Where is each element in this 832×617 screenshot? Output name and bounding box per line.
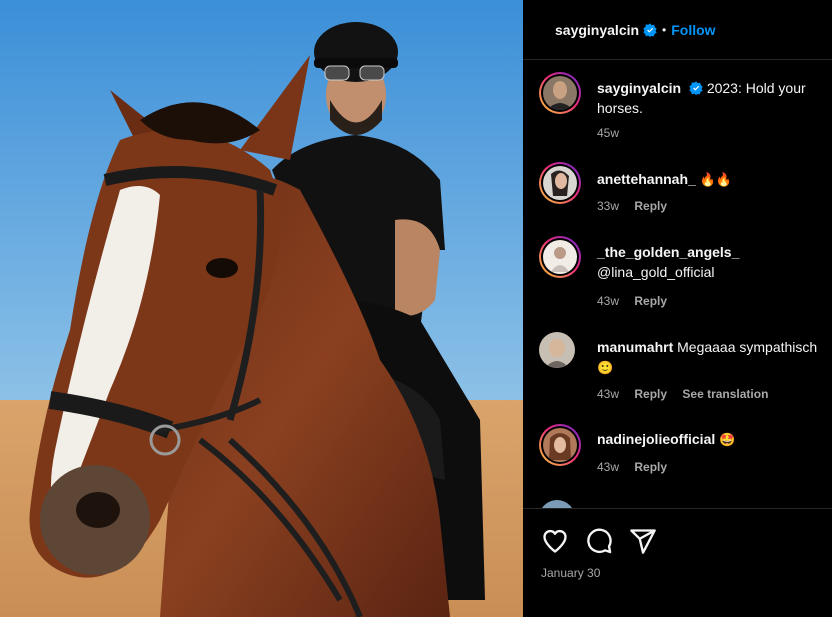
comment-time[interactable]: 43w [597, 294, 619, 308]
comment-text: nadinejolieofficial 🤩 [597, 429, 832, 451]
comment-meta: 43w Reply [597, 294, 679, 308]
verified-badge-icon [689, 81, 703, 95]
avatar-image [543, 240, 577, 274]
avatar-image [539, 332, 575, 368]
comment-username[interactable]: manumahrt [597, 339, 673, 355]
follow-button[interactable]: Follow [671, 22, 715, 38]
caption-meta: 45w [597, 126, 631, 140]
comment-text: _the_golden_angels_ @lina_gold_official [597, 242, 832, 282]
caption-avatar[interactable] [539, 72, 581, 114]
comment-username[interactable]: anettehannah_ [597, 171, 696, 187]
header-separator: • [662, 22, 667, 37]
see-translation-button[interactable]: See translation [682, 387, 768, 401]
comment-text: manumahrt Megaaaa sympathisch 🙂 [597, 337, 832, 379]
reply-button[interactable]: Reply [634, 294, 667, 308]
comment-avatar[interactable] [539, 424, 581, 466]
header-username[interactable]: sayginyalcin [555, 22, 639, 38]
post-image[interactable] [0, 0, 523, 617]
reply-button[interactable]: Reply [634, 460, 667, 474]
avatar-image [539, 500, 575, 508]
post-header: sayginyalcin • Follow [523, 0, 832, 60]
comment-meta: 43w Reply See translation [597, 387, 780, 401]
comment-username[interactable]: _the_golden_angels_ [597, 244, 739, 260]
caption-body-line2: horses. [597, 100, 643, 116]
post-side-panel: sayginyalcin • Follow sayginyalcin 2023:… [523, 0, 832, 617]
horse-rider-photo [0, 0, 523, 617]
comment-avatar[interactable] [539, 162, 581, 204]
post-date[interactable]: January 30 [541, 566, 600, 580]
comment-avatar[interactable] [539, 500, 581, 508]
reply-button[interactable]: Reply [634, 199, 667, 213]
reply-button[interactable]: Reply [634, 387, 667, 401]
comment-body: 🤩 [719, 433, 736, 448]
comment-body: 🔥🔥 [699, 173, 733, 188]
caption-text: sayginyalcin 2023: Hold your horses. [597, 78, 832, 118]
comment-time[interactable]: 43w [597, 460, 619, 474]
comment-body: Megaaaa sympathisch [677, 339, 818, 355]
avatar-image [543, 76, 577, 110]
comment-meta: 33w Reply [597, 199, 679, 213]
caption-time[interactable]: 45w [597, 126, 619, 140]
comments-list[interactable]: sayginyalcin 2023: Hold your horses. 45w [523, 60, 832, 508]
avatar-image [543, 166, 577, 200]
share-icon[interactable] [629, 527, 657, 555]
comment-meta: 43w Reply [597, 460, 679, 474]
comment-icon[interactable] [585, 527, 613, 555]
comment-username[interactable]: nadinejolieofficial [597, 431, 715, 447]
caption-username[interactable]: sayginyalcin [597, 80, 681, 96]
comment-avatar[interactable] [539, 332, 581, 374]
post-actions: January 30 [523, 508, 832, 617]
comment-body-line2: 🙂 [597, 361, 614, 376]
verified-badge-icon [643, 22, 657, 37]
comment-time[interactable]: 33w [597, 199, 619, 213]
heart-icon[interactable] [541, 527, 569, 555]
avatar-image [543, 428, 577, 462]
comment-avatar[interactable] [539, 236, 581, 278]
comment-text: anettehannah_ 🔥🔥 [597, 169, 832, 191]
caption-body: 2023: Hold your [706, 80, 806, 96]
comment-time[interactable]: 43w [597, 387, 619, 401]
comment-mention[interactable]: @lina_gold_official [597, 264, 714, 280]
